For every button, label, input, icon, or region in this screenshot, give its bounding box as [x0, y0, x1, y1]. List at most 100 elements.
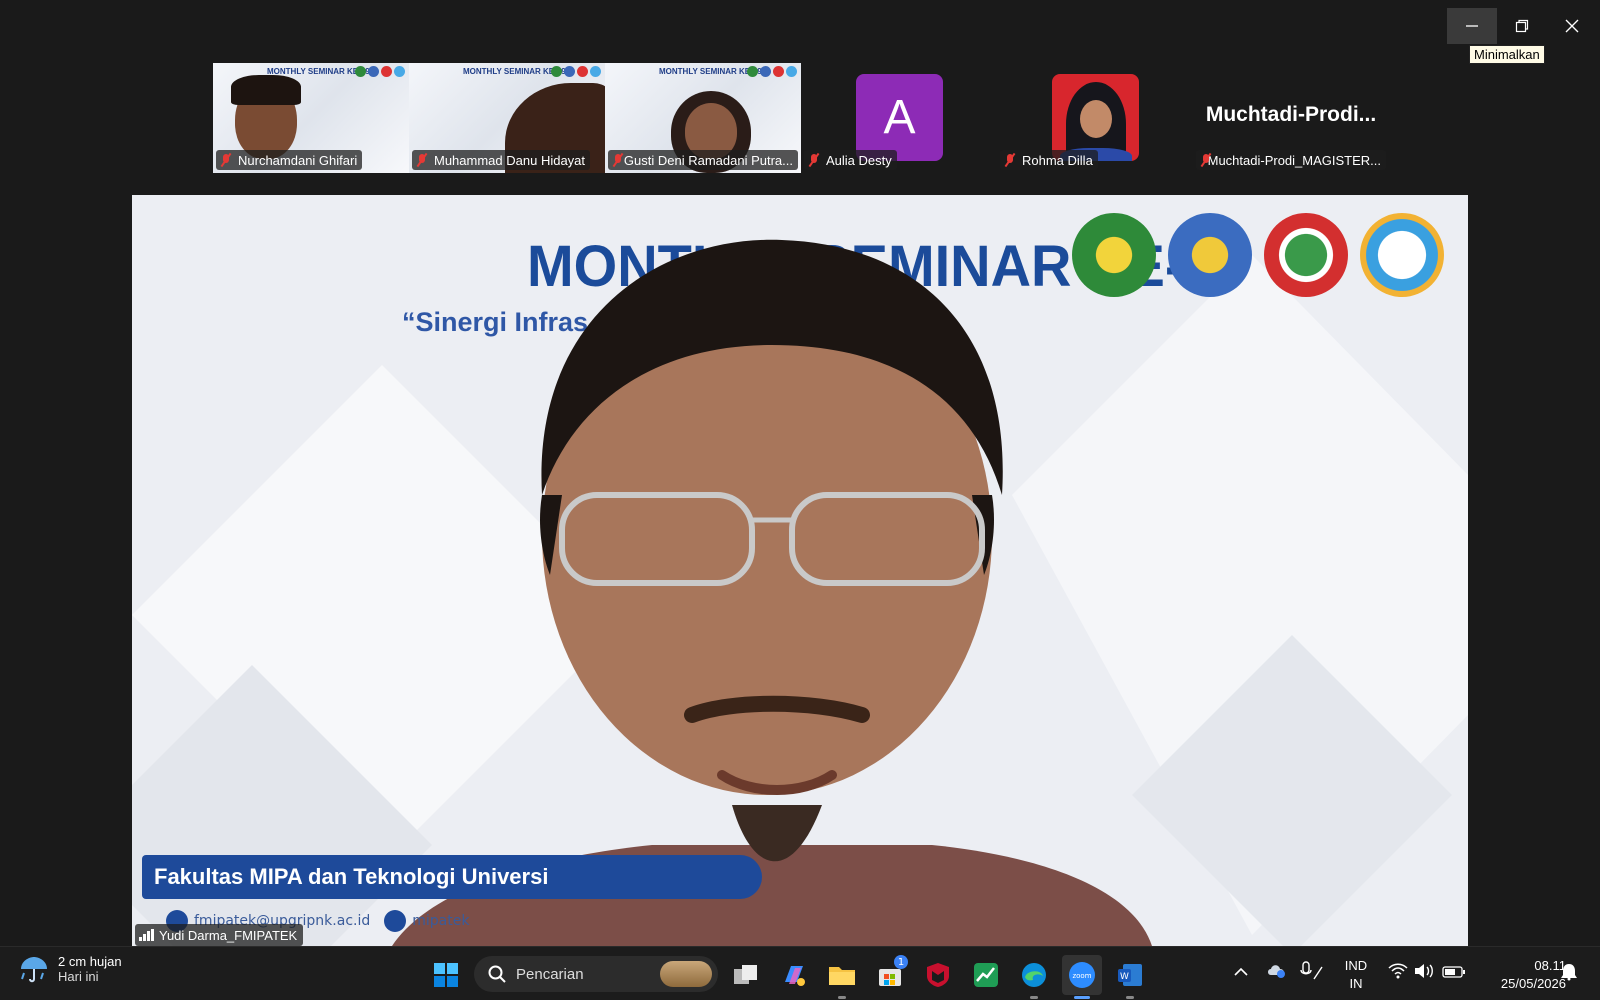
notification-center-button[interactable]	[1560, 963, 1578, 986]
task-view-button[interactable]	[726, 955, 766, 995]
participant-avatar: A	[856, 74, 943, 161]
search-icon	[488, 965, 506, 983]
participant-tile[interactable]: MONTHLY SEMINAR KE-39 Muhammad Danu Hida…	[409, 63, 605, 173]
weather-temp: 2 cm hujan	[58, 954, 122, 969]
web-contact: mipatek	[384, 910, 469, 932]
language-code: IND	[1344, 958, 1368, 973]
svg-text:zoom: zoom	[1072, 972, 1091, 980]
participant-nameplate: Muchtadi-Prodi_MAGISTER...	[1196, 150, 1386, 170]
word-app-button[interactable]: W	[1110, 955, 1150, 999]
globe-icon	[384, 910, 407, 932]
mic-muted-icon	[416, 153, 428, 167]
windows-icon	[434, 963, 458, 987]
speech-tray[interactable]	[1300, 961, 1324, 986]
participant-tile[interactable]: Muchtadi-Prodi... Muchtadi-Prodi_MAGISTE…	[1193, 63, 1389, 173]
battery-icon	[1442, 966, 1465, 978]
signal-strength-icon	[139, 929, 154, 941]
participant-tile[interactable]: Rohma Dilla	[997, 63, 1193, 173]
active-speaker-video[interactable]: MONTHLY SEMINAR KE-39 “Sinergi Infras am…	[132, 195, 1468, 946]
mini-logos	[355, 66, 405, 77]
speaker-figure	[392, 239, 1152, 946]
close-button[interactable]	[1547, 8, 1597, 44]
speaker-icon	[1415, 964, 1433, 978]
mcafee-button[interactable]	[918, 955, 958, 995]
chevron-up-icon	[1234, 967, 1248, 976]
notification-bell-icon	[1561, 964, 1577, 981]
participant-tile[interactable]: MONTHLY SEMINAR KE-39 Nurchamdani Ghifar…	[213, 63, 409, 173]
participant-name: Muchtadi-Prodi_MAGISTER...	[1207, 152, 1381, 168]
mic-muted-icon	[1004, 153, 1016, 167]
minimize-tooltip: Minimalkan	[1469, 45, 1545, 64]
notification-badge: 1	[894, 955, 908, 969]
battery-tray[interactable]	[1442, 965, 1466, 983]
participant-name: Rohma Dilla	[1022, 152, 1093, 168]
speaker-nameplate: Yudi Darma_FMIPATEK	[135, 924, 304, 946]
mcafee-shield-icon	[927, 963, 949, 987]
running-indicator	[1030, 996, 1038, 999]
network-tray[interactable]	[1388, 963, 1408, 984]
participant-photo	[1052, 74, 1139, 161]
svg-text:W: W	[1120, 972, 1129, 982]
participant-display-name: Muchtadi-Prodi...	[1205, 103, 1377, 126]
web-text: mipatek	[412, 913, 470, 929]
taskbar: 2 cm hujan Hari ini Pencarian 1 zoom W I…	[0, 946, 1600, 1000]
microsoft-store-button[interactable]: 1	[870, 955, 910, 995]
participant-nameplate: Muhammad Danu Hidayat	[412, 150, 591, 170]
mic-muted-icon	[220, 153, 232, 167]
volume-tray[interactable]	[1414, 963, 1434, 984]
wifi-icon	[1388, 963, 1408, 979]
restore-icon	[1515, 19, 1529, 33]
mic-muted-icon	[1200, 153, 1208, 167]
zoom-app-button[interactable]: zoom	[1062, 955, 1102, 999]
search-placeholder: Pencarian	[516, 965, 584, 983]
running-indicator	[838, 996, 846, 999]
search-highlight-image	[660, 961, 712, 987]
mic-muted-icon	[808, 153, 820, 167]
start-button[interactable]	[426, 955, 466, 995]
stocks-app-button[interactable]	[966, 955, 1006, 995]
participant-name: Gusti Deni Ramadani Putra...	[623, 152, 793, 168]
clock-time: 08.11	[1534, 958, 1566, 973]
taskbar-clock[interactable]: 08.11 25/05/2026	[1480, 957, 1566, 993]
minimize-icon	[1466, 25, 1478, 27]
active-indicator	[1074, 996, 1090, 999]
clock-date: 25/05/2026	[1500, 976, 1566, 991]
participant-nameplate: Aulia Desty	[804, 150, 897, 170]
participant-nameplate: Gusti Deni Ramadani Putra...	[608, 150, 798, 170]
folder-icon	[829, 967, 855, 985]
file-explorer-button[interactable]	[822, 955, 862, 999]
participant-name: Muhammad Danu Hidayat	[434, 152, 586, 168]
participant-tile[interactable]: A Aulia Desty	[801, 63, 997, 173]
close-icon	[1565, 19, 1579, 33]
keyboard-layout: IN	[1349, 976, 1363, 991]
stocks-chart-icon	[974, 963, 998, 987]
mic-muted-icon	[612, 153, 621, 167]
edge-browser-button[interactable]	[1014, 955, 1054, 999]
speaker-name: Yudi Darma_FMIPATEK	[159, 927, 298, 943]
participant-tile[interactable]: MONTHLY SEMINAR KE-39 Gusti Deni Ramadan…	[605, 63, 801, 173]
copilot-icon	[785, 966, 805, 986]
weather-desc: Hari ini	[58, 969, 99, 984]
running-indicator	[1126, 996, 1134, 999]
participant-name: Aulia Desty	[826, 152, 892, 168]
weather-widget[interactable]: 2 cm hujan Hari ini	[18, 953, 122, 985]
word-icon: W	[1118, 964, 1142, 986]
umbrella-rain-icon	[21, 957, 47, 983]
participant-nameplate: Rohma Dilla	[1000, 150, 1098, 170]
microphone-pen-icon	[1300, 961, 1323, 980]
zoom-icon: zoom	[1069, 962, 1095, 988]
copilot-button[interactable]	[774, 955, 814, 995]
minimize-button[interactable]	[1447, 8, 1497, 44]
participant-name: Nurchamdani Ghifari	[238, 152, 358, 168]
task-view-icon	[734, 965, 757, 984]
participant-hair	[231, 75, 301, 105]
onedrive-tray[interactable]	[1266, 961, 1288, 984]
taskbar-search[interactable]: Pencarian	[474, 956, 718, 992]
edge-icon	[1022, 963, 1046, 987]
cloud-sync-icon	[1268, 965, 1285, 978]
restore-button[interactable]	[1497, 8, 1547, 44]
input-language[interactable]: IND IN	[1341, 957, 1371, 993]
show-hidden-icons-button[interactable]	[1234, 963, 1248, 981]
faculty-banner: Fakultas MIPA dan Teknologi Universi	[142, 855, 762, 899]
mini-logos	[551, 66, 601, 77]
